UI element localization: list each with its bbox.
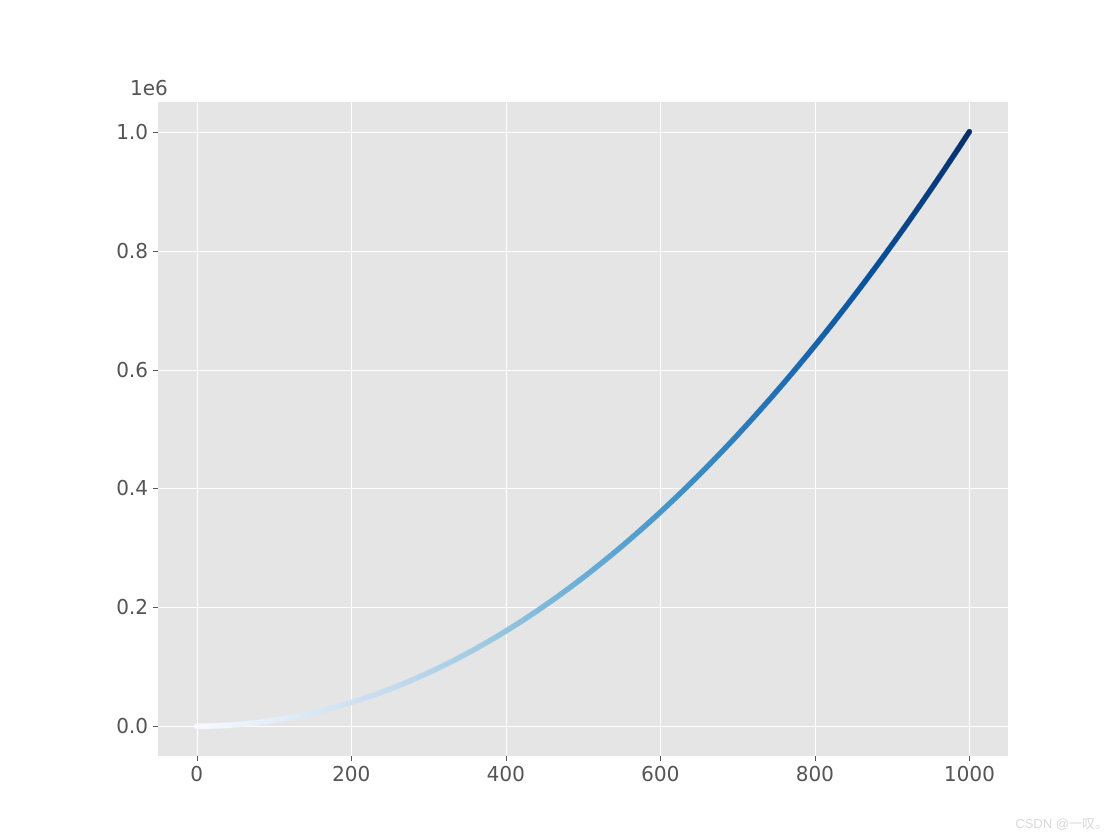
- x-tick: [969, 756, 970, 761]
- watermark: CSDN @一叹。: [1015, 813, 1108, 832]
- y-tick: [153, 251, 158, 252]
- x-tick: [506, 756, 507, 761]
- x-tick: [197, 756, 198, 761]
- x-tick: [815, 756, 816, 761]
- y-tick-label: 1.0: [116, 120, 148, 144]
- y-tick-label: 0.2: [116, 595, 148, 619]
- y-tick-label: 0.4: [116, 476, 148, 500]
- y-tick: [153, 607, 158, 608]
- y-tick: [153, 132, 158, 133]
- x-tick-label: 600: [641, 762, 679, 786]
- x-tick-label: 800: [796, 762, 834, 786]
- x-tick-label: 200: [332, 762, 370, 786]
- x-tick-label: 400: [487, 762, 525, 786]
- y-tick-label: 0.6: [116, 358, 148, 382]
- plot-area: [158, 102, 1008, 756]
- y-tick: [153, 488, 158, 489]
- y-tick-label: 0.8: [116, 239, 148, 263]
- x-tick-label: 1000: [944, 762, 995, 786]
- y-tick: [153, 370, 158, 371]
- y-axis-offset: 1e6: [130, 76, 168, 100]
- x-tick-label: 0: [190, 762, 203, 786]
- y-tick-label: 0.0: [116, 714, 148, 738]
- y-tick: [153, 726, 158, 727]
- line-curve: [158, 102, 1008, 756]
- figure: 1e6 020040060080010000.00.20.40.60.81.0 …: [0, 0, 1118, 838]
- x-tick: [660, 756, 661, 761]
- x-tick: [351, 756, 352, 761]
